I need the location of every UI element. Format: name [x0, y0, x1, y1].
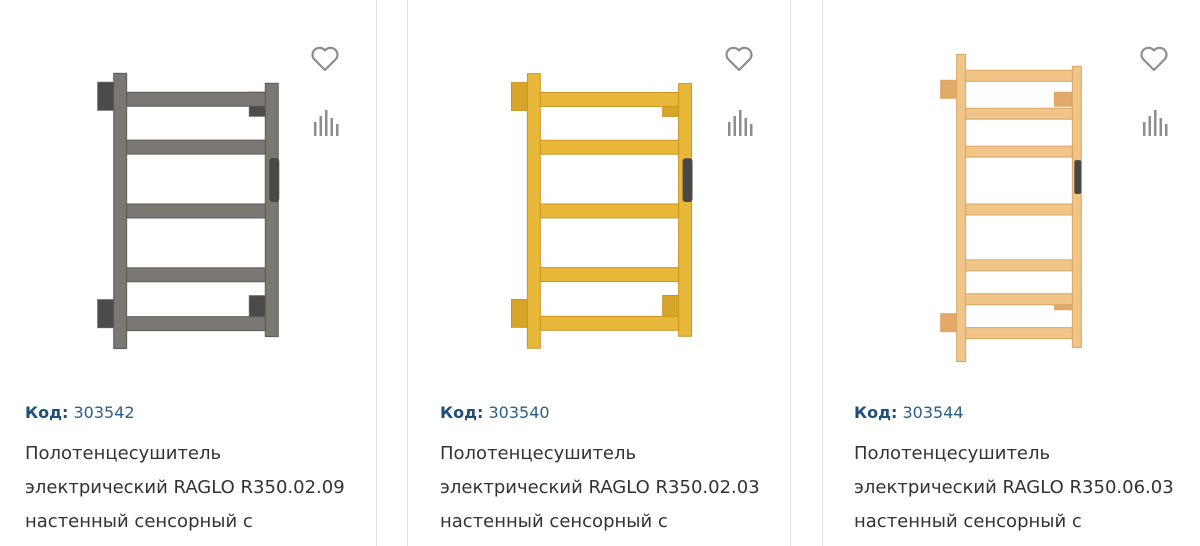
product-code-value: 303540 [488, 403, 550, 422]
product-card[interactable]: Код: 303542 Полотенцесушитель электричес… [0, 0, 377, 546]
product-code-label: Код: [854, 403, 898, 422]
product-title-line: электрический RAGLO R350.02.09 [25, 477, 345, 498]
product-title-line: Полотенцесушитель [25, 443, 222, 464]
product-code: Код: 303540 [440, 403, 550, 422]
product-title-line: электрический RAGLO R350.06.03 [854, 477, 1174, 498]
favorite-heart-icon[interactable] [724, 44, 754, 74]
product-title-line: настенный сенсорный с [25, 511, 253, 532]
product-title-line: настенный сенсорный с [440, 511, 668, 532]
product-title-link[interactable]: Полотенцесушитель электрический RAGLO R3… [854, 437, 1194, 539]
product-code-value: 303542 [73, 403, 135, 422]
compare-bars-icon[interactable] [310, 108, 340, 138]
product-code: Код: 303544 [854, 403, 964, 422]
product-title-line: электрический RAGLO R350.02.03 [440, 477, 760, 498]
product-card[interactable]: Код: 303544 Полотенцесушитель электричес… [822, 0, 1200, 546]
favorite-heart-icon[interactable] [310, 44, 340, 74]
product-card[interactable]: Код: 303540 Полотенцесушитель электричес… [407, 0, 791, 546]
product-title-link[interactable]: Полотенцесушитель электрический RAGLO R3… [25, 437, 365, 539]
product-title-line: Полотенцесушитель [440, 443, 637, 464]
product-code: Код: 303542 [25, 403, 135, 422]
product-title-line: настенный сенсорный с [854, 511, 1082, 532]
product-title-link[interactable]: Полотенцесушитель электрический RAGLO R3… [440, 437, 780, 539]
compare-bars-icon[interactable] [1139, 108, 1169, 138]
product-code-label: Код: [25, 403, 69, 422]
product-code-label: Код: [440, 403, 484, 422]
compare-bars-icon[interactable] [724, 108, 754, 138]
product-title-line: Полотенцесушитель [854, 443, 1051, 464]
product-code-value: 303544 [902, 403, 964, 422]
favorite-heart-icon[interactable] [1139, 44, 1169, 74]
